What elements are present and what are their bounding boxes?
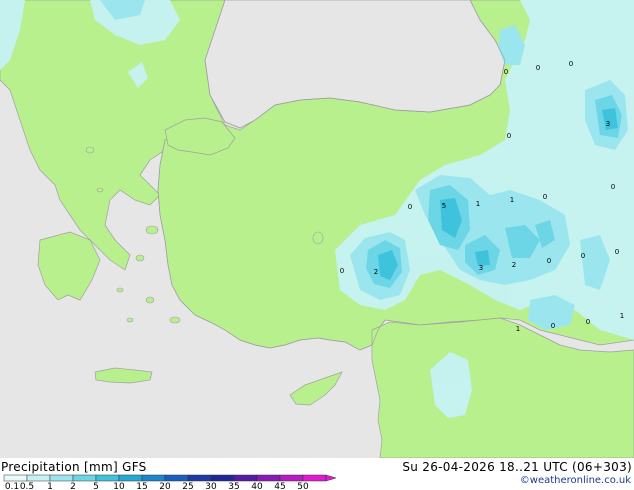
legend-swatch <box>72 474 97 482</box>
legend-label: 25 <box>182 482 193 490</box>
legend-label: 0.5 <box>20 482 34 490</box>
legend-label: 50 <box>297 482 309 490</box>
legend-swatch <box>302 474 327 482</box>
precipitation-map: 0 0 0 3 0 0 0 5 1 1 0 0 2 3 2 0 0 0 1 0 … <box>0 0 634 458</box>
point-label: 0 <box>408 203 412 211</box>
model-name: GFS <box>122 460 147 474</box>
legend-swatch <box>164 474 189 482</box>
legend-label: 1 <box>47 482 53 490</box>
point-label: 5 <box>442 202 446 210</box>
point-label: 0 <box>569 60 573 68</box>
point-label: 0 <box>615 248 619 256</box>
point-label: 3 <box>606 120 610 128</box>
point-label: 3 <box>479 264 483 272</box>
point-label: 0 <box>581 252 585 260</box>
product-title: Precipitation [mm] GFS <box>1 460 147 474</box>
legend-swatch <box>233 474 258 482</box>
point-label: 0 <box>547 257 551 265</box>
point-label: 0 <box>586 318 590 326</box>
legend-label: 0.1 <box>5 482 19 490</box>
point-label: 0 <box>504 68 508 76</box>
map-footer: Precipitation [mm] GFS Su 26-04-2026 18.… <box>0 458 634 490</box>
legend-swatch <box>187 474 212 482</box>
legend-label: 45 <box>274 482 285 490</box>
legend-swatch <box>49 474 74 482</box>
precipitation-legend: 0.1 0.5 1 2 5 10 15 20 25 30 35 40 45 50 <box>3 474 337 490</box>
point-label: 2 <box>512 261 516 269</box>
legend-label: 10 <box>113 482 125 490</box>
legend-label: 2 <box>70 482 76 490</box>
legend-arrow <box>325 474 337 482</box>
valid-time: Su 26-04-2026 18..21 UTC (06+303) <box>402 460 632 474</box>
legend-swatch <box>118 474 143 482</box>
point-label: 2 <box>374 268 378 276</box>
legend-label: 15 <box>136 482 147 490</box>
legend-label: 35 <box>228 482 239 490</box>
legend-swatch <box>26 474 51 482</box>
legend-swatch <box>3 474 28 482</box>
legend-swatch <box>95 474 120 482</box>
point-label: 0 <box>536 64 540 72</box>
legend-label: 20 <box>159 482 171 490</box>
point-label: 1 <box>510 196 514 204</box>
point-label: 0 <box>551 322 555 330</box>
point-label: 1 <box>620 312 624 320</box>
point-label: 0 <box>611 183 615 191</box>
point-label: 0 <box>340 267 344 275</box>
legend-swatch <box>141 474 166 482</box>
credit-text: ©weatheronline.co.uk <box>519 475 631 486</box>
point-label: 0 <box>507 132 511 140</box>
legend-label: 30 <box>205 482 217 490</box>
legend-swatch <box>210 474 235 482</box>
product-name: Precipitation [mm] <box>1 460 118 474</box>
point-label: 0 <box>543 193 547 201</box>
legend-swatch <box>279 474 304 482</box>
point-label: 1 <box>516 325 520 333</box>
legend-label: 40 <box>251 482 263 490</box>
point-label: 1 <box>476 200 480 208</box>
legend-label: 5 <box>93 482 99 490</box>
legend-swatch <box>256 474 281 482</box>
